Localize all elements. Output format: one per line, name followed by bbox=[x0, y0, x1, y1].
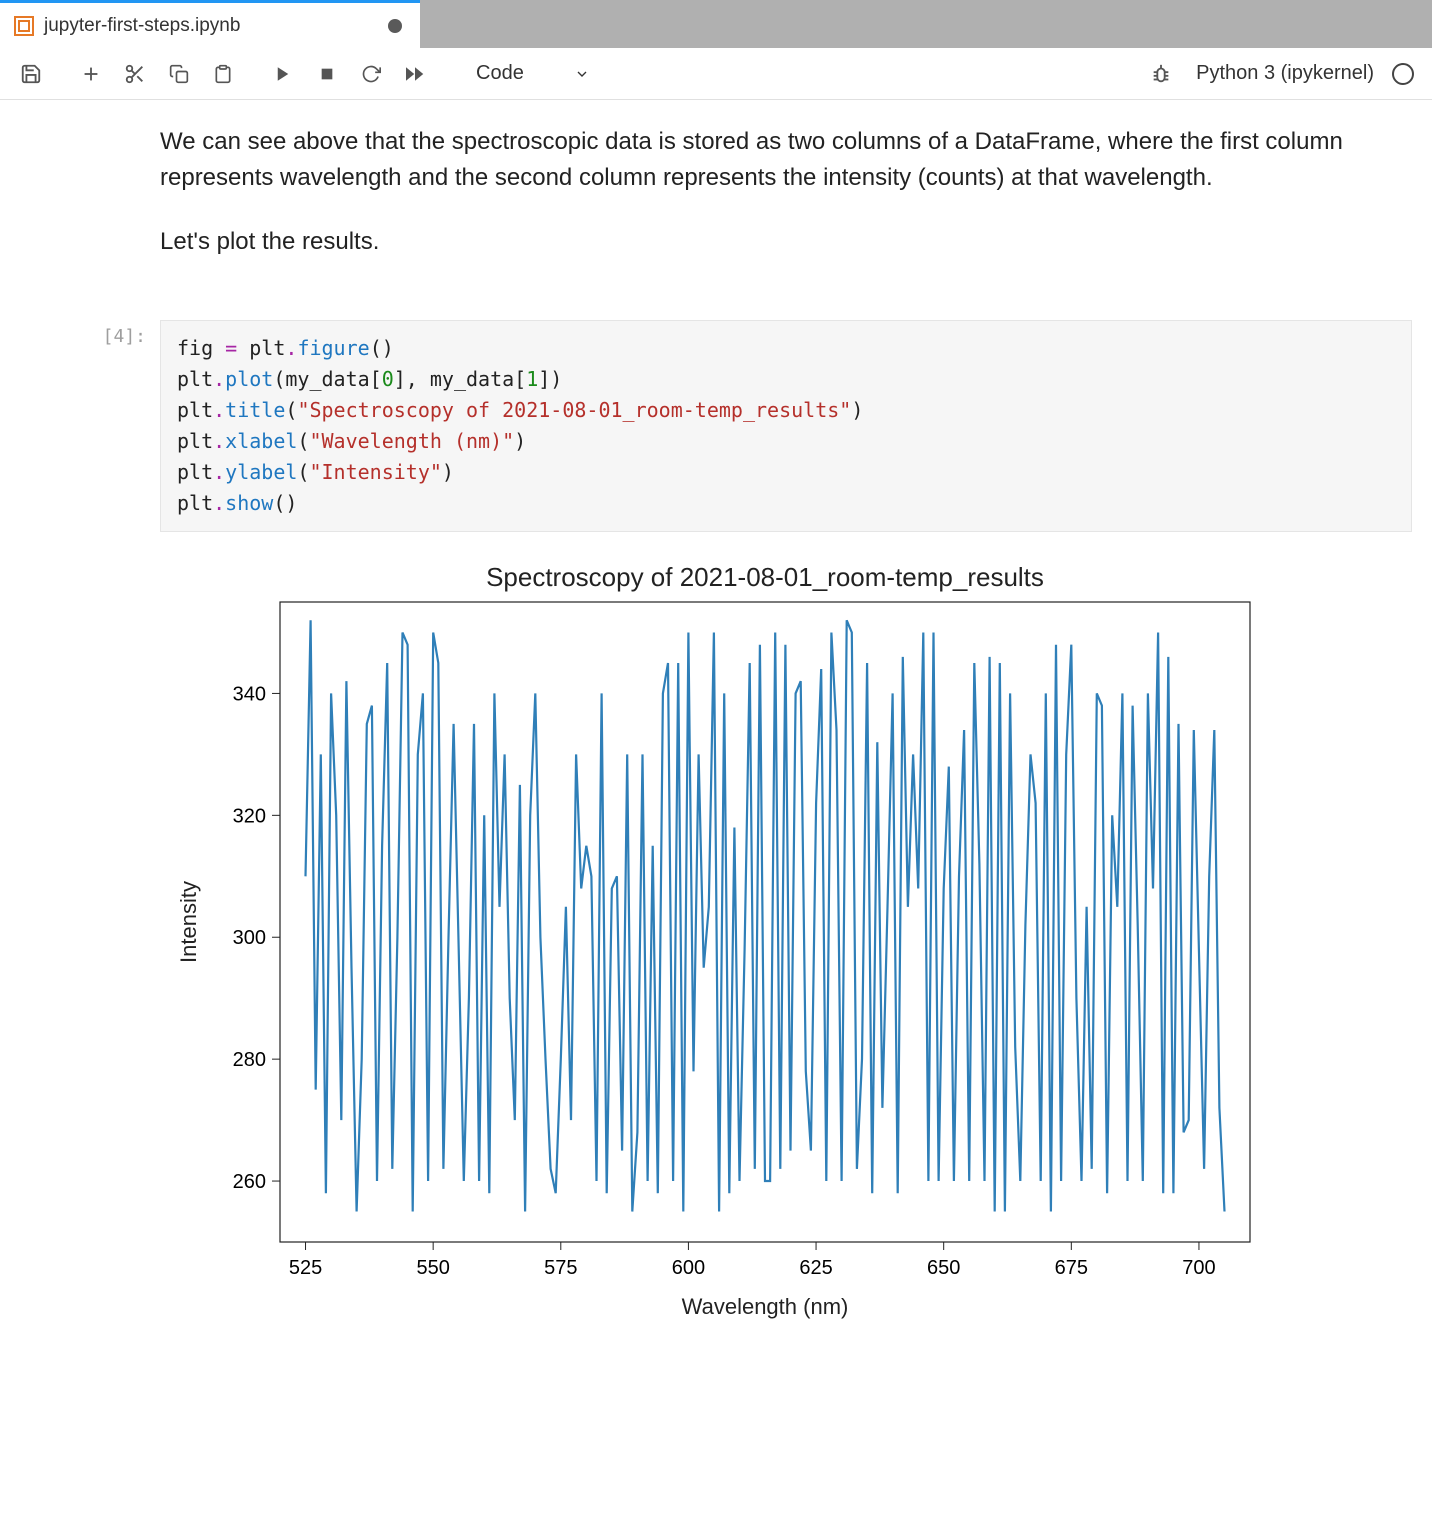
notebook-tab[interactable]: jupyter-first-steps.ipynb bbox=[0, 0, 420, 48]
cell-type-select[interactable]: Code bbox=[466, 62, 600, 85]
tab-title: jupyter-first-steps.ipynb bbox=[44, 15, 240, 37]
svg-text:650: 650 bbox=[927, 1257, 960, 1279]
notebook-icon bbox=[14, 16, 34, 36]
tab-bar: jupyter-first-steps.ipynb bbox=[0, 0, 1432, 48]
code-editor[interactable]: fig = plt.figure() plt.plot(my_data[0], … bbox=[160, 320, 1412, 532]
run-button[interactable] bbox=[264, 55, 302, 93]
markdown-paragraph: Let's plot the results. bbox=[160, 224, 1382, 260]
notebook-area: We can see above that the spectroscopic … bbox=[0, 100, 1432, 1332]
cell-prompt bbox=[20, 120, 160, 308]
svg-text:260: 260 bbox=[233, 1171, 266, 1193]
output-chart: Spectroscopy of 2021-08-01_room-temp_res… bbox=[160, 552, 1270, 1332]
cell-output: Spectroscopy of 2021-08-01_room-temp_res… bbox=[160, 552, 1412, 1332]
svg-text:Intensity: Intensity bbox=[176, 881, 201, 963]
markdown-paragraph: We can see above that the spectroscopic … bbox=[160, 124, 1382, 196]
kernel-status-icon[interactable] bbox=[1392, 63, 1414, 85]
svg-text:Spectroscopy of 2021-08-01_roo: Spectroscopy of 2021-08-01_room-temp_res… bbox=[486, 562, 1044, 592]
stop-button[interactable] bbox=[308, 55, 346, 93]
toolbar: Code Python 3 (ipykernel) bbox=[0, 48, 1432, 100]
svg-text:625: 625 bbox=[799, 1257, 832, 1279]
svg-text:675: 675 bbox=[1055, 1257, 1088, 1279]
run-all-button[interactable] bbox=[396, 55, 434, 93]
copy-button[interactable] bbox=[160, 55, 198, 93]
cell-type-label: Code bbox=[476, 62, 524, 85]
svg-text:700: 700 bbox=[1182, 1257, 1215, 1279]
save-button[interactable] bbox=[12, 55, 50, 93]
dirty-indicator-icon bbox=[388, 19, 402, 33]
code-cell[interactable]: [4]: fig = plt.figure() plt.plot(my_data… bbox=[20, 320, 1412, 1332]
svg-text:575: 575 bbox=[544, 1257, 577, 1279]
markdown-body: We can see above that the spectroscopic … bbox=[160, 120, 1412, 308]
svg-text:525: 525 bbox=[289, 1257, 322, 1279]
cell-prompt: [4]: bbox=[20, 320, 160, 1332]
chevron-down-icon bbox=[574, 66, 590, 82]
paste-button[interactable] bbox=[204, 55, 242, 93]
cut-button[interactable] bbox=[116, 55, 154, 93]
insert-cell-button[interactable] bbox=[72, 55, 110, 93]
svg-text:550: 550 bbox=[416, 1257, 449, 1279]
svg-text:600: 600 bbox=[672, 1257, 705, 1279]
restart-button[interactable] bbox=[352, 55, 390, 93]
markdown-cell[interactable]: We can see above that the spectroscopic … bbox=[20, 120, 1412, 308]
svg-text:280: 280 bbox=[233, 1049, 266, 1071]
kernel-name[interactable]: Python 3 (ipykernel) bbox=[1186, 62, 1384, 85]
debug-button[interactable] bbox=[1142, 55, 1180, 93]
svg-text:340: 340 bbox=[233, 683, 266, 705]
svg-text:320: 320 bbox=[233, 805, 266, 827]
svg-text:Wavelength (nm): Wavelength (nm) bbox=[682, 1294, 849, 1319]
svg-text:300: 300 bbox=[233, 927, 266, 949]
